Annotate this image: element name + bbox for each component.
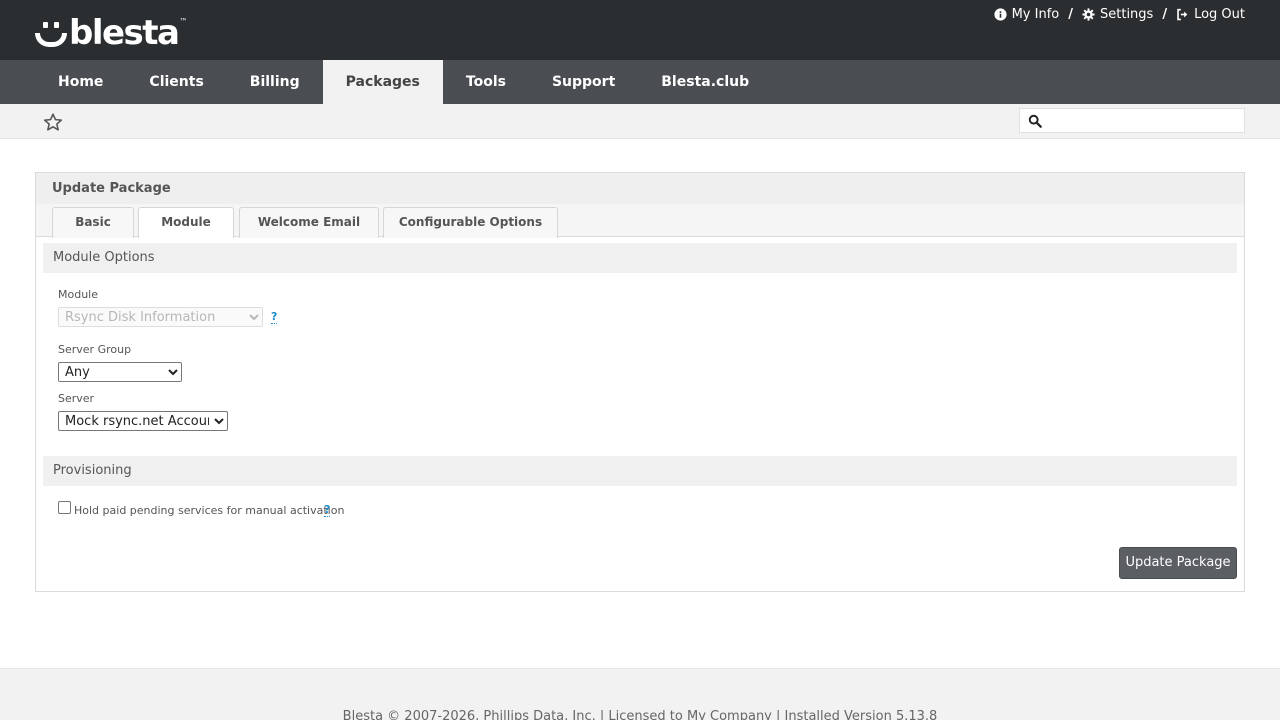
my-info-label: My Info [1011, 7, 1060, 22]
star-icon[interactable] [42, 112, 64, 133]
server-group-select[interactable]: Any [58, 362, 182, 382]
hold-pending-checkbox[interactable] [58, 501, 71, 514]
main-nav: Home Clients Billing Packages Tools Supp… [0, 60, 1280, 104]
blesta-logo[interactable]: blesta ™ [35, 12, 188, 53]
tab-basic[interactable]: Basic [52, 207, 134, 238]
top-header: blesta ™ My Info / Settings / Log Out [0, 0, 1280, 60]
provisioning-heading: Provisioning [43, 456, 1237, 486]
module-label: Module [58, 288, 98, 301]
server-label: Server [58, 392, 95, 405]
package-tabs: Basic Module Welcome Email Configurable … [36, 204, 1244, 238]
tab-configurable-options[interactable]: Configurable Options [383, 207, 558, 238]
top-link-separator: / [1162, 7, 1168, 22]
nav-item-clients[interactable]: Clients [126, 60, 226, 104]
tab-welcome-email[interactable]: Welcome Email [239, 207, 379, 238]
nav-item-packages[interactable]: Packages [322, 60, 443, 104]
account-links: My Info / Settings / Log Out [994, 7, 1245, 22]
settings-link[interactable]: Settings [1082, 7, 1153, 22]
logo-smile-icon [35, 18, 67, 50]
search-input[interactable] [1048, 110, 1242, 131]
my-info-link[interactable]: My Info [994, 7, 1060, 22]
nav-item-support[interactable]: Support [529, 60, 638, 104]
search-box [1019, 108, 1245, 133]
gear-icon [1082, 8, 1095, 21]
logo-text: blesta [69, 13, 180, 53]
update-package-button[interactable]: Update Package [1119, 547, 1237, 579]
logo-trademark: ™ [179, 17, 188, 26]
action-bar [0, 104, 1280, 139]
log-out-label: Log Out [1194, 7, 1245, 22]
nav-item-tools[interactable]: Tools [443, 60, 529, 104]
footer: Blesta © 2007-2026, Phillips Data, Inc. … [0, 668, 1280, 720]
module-help-link[interactable]: ? [271, 311, 278, 324]
provisioning-help-link[interactable]: ? [324, 504, 331, 517]
top-link-separator: / [1068, 7, 1073, 22]
tab-module[interactable]: Module [138, 207, 234, 238]
info-circle-icon [994, 8, 1007, 21]
hold-pending-label: Hold paid pending services for manual ac… [74, 504, 345, 517]
settings-label: Settings [1100, 7, 1154, 22]
nav-item-blesta-club[interactable]: Blesta.club [638, 60, 772, 104]
server-group-label: Server Group [58, 343, 132, 356]
server-select[interactable]: Mock rsync.net Account [58, 411, 228, 431]
nav-item-billing[interactable]: Billing [227, 60, 323, 104]
nav-item-home[interactable]: Home [35, 60, 126, 104]
log-out-link[interactable]: Log Out [1176, 7, 1245, 22]
panel-title: Update Package [36, 173, 1244, 204]
module-options-heading: Module Options [43, 243, 1237, 273]
search-icon[interactable] [1028, 114, 1042, 128]
sign-out-icon [1177, 8, 1188, 21]
update-package-panel: Update Package Basic Module Welcome Emai… [35, 172, 1245, 592]
module-select: Rsync Disk Information [58, 307, 263, 327]
footer-copyright: Blesta © 2007-2026, Phillips Data, Inc. … [342, 709, 938, 720]
